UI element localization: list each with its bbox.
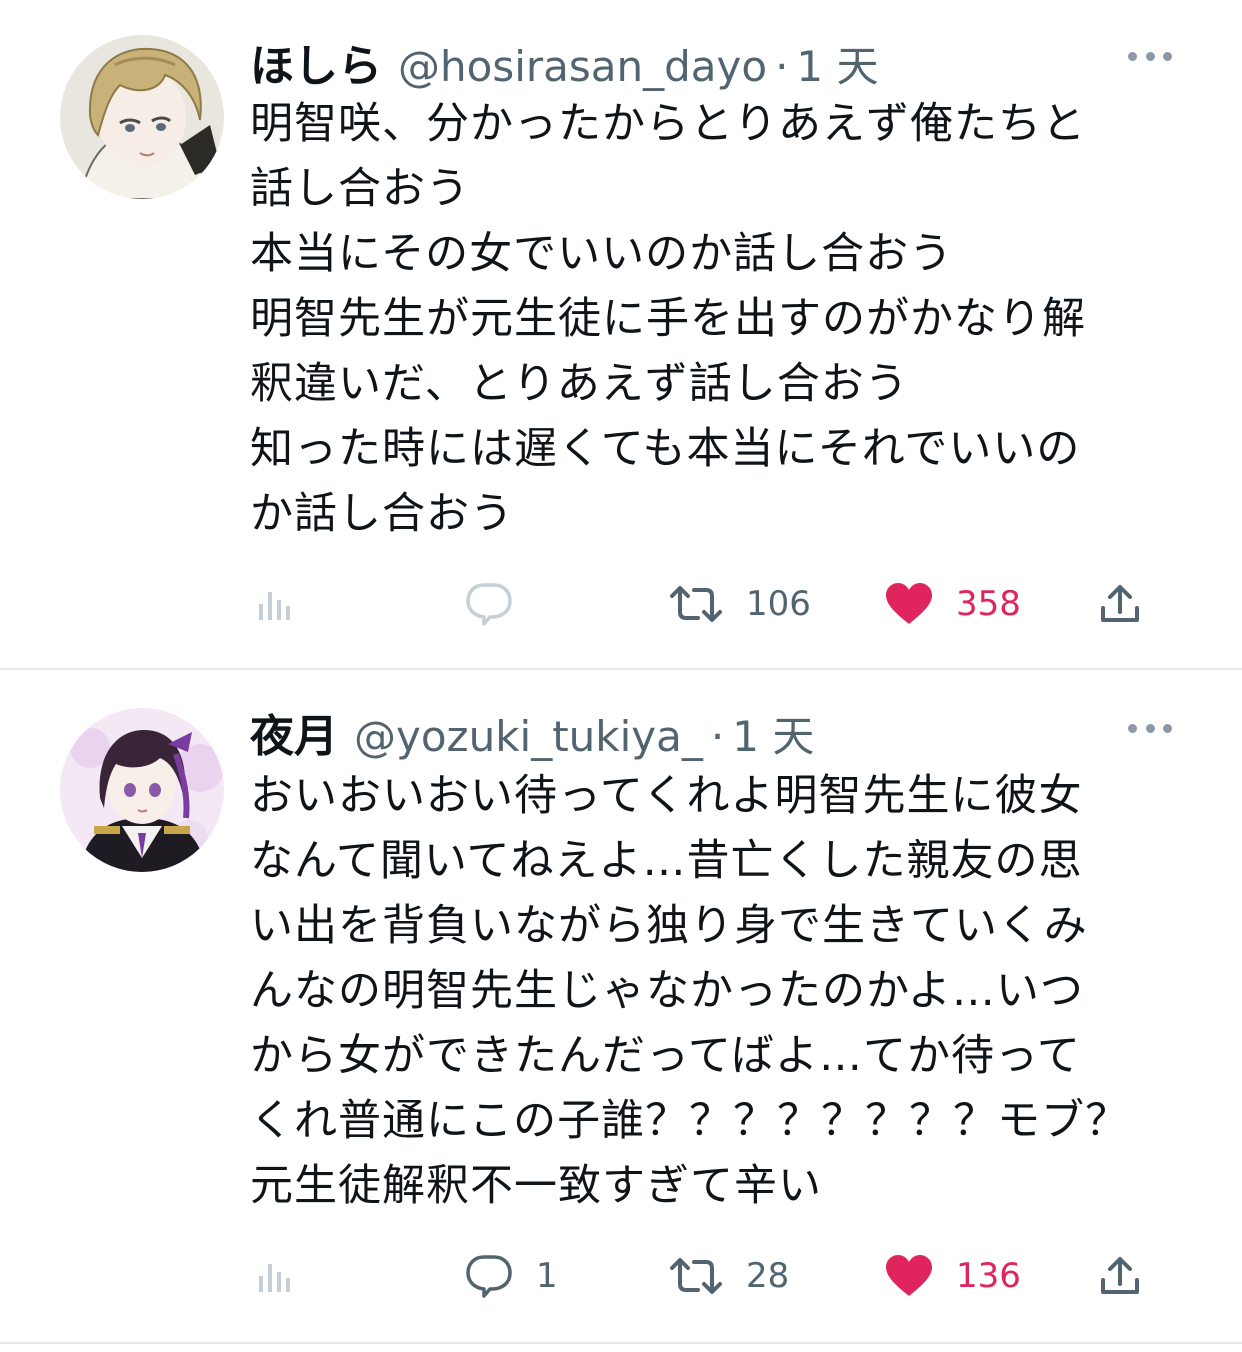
more-options-icon[interactable] xyxy=(1128,718,1172,738)
analytics-icon xyxy=(259,1264,290,1292)
share-icon xyxy=(1101,585,1139,622)
tweet-text: 明智咲、分かったからとりあえず俺たちと 話し合おう 本当にその女でいいのか話し合… xyxy=(250,99,1086,539)
timestamp[interactable]: 1 天 xyxy=(796,33,878,94)
user-handle[interactable]: @hosirasan_dayo xyxy=(398,42,767,91)
share-icon xyxy=(1101,1257,1139,1294)
retweet-button[interactable]: 106 xyxy=(668,574,811,634)
tweet-actions: 1 28 136 xyxy=(0,1246,1242,1306)
share-button[interactable] xyxy=(1098,1246,1142,1306)
separator: · xyxy=(710,712,725,761)
reply-count: 1 xyxy=(536,1256,558,1296)
avatar-purple-hair-character-icon xyxy=(60,708,224,872)
analytics-icon xyxy=(259,592,290,620)
like-count: 358 xyxy=(956,584,1021,624)
retweet-icon xyxy=(670,586,722,622)
analytics-button[interactable] xyxy=(255,574,295,634)
tweet-text: おいおいおい待ってくれよ明智先生に彼女 なんて聞いてねえよ…昔亡くした親友の思 … xyxy=(250,771,1130,1211)
retweet-icon xyxy=(670,1258,722,1294)
tweet[interactable]: 夜月 @yozuki_tukiya_ · 1 天 おいおいおい待ってくれよ明智先… xyxy=(0,670,1242,1342)
like-button[interactable]: 136 xyxy=(884,1246,1021,1306)
retweet-count: 28 xyxy=(746,1256,790,1296)
share-button[interactable] xyxy=(1098,574,1142,634)
tweet-actions: 106 358 xyxy=(0,574,1242,634)
heart-icon xyxy=(886,1255,932,1296)
tweet[interactable]: ほしら @hosirasan_dayo · 1 天 明智咲、分かったからとりあえ… xyxy=(0,0,1242,668)
like-button[interactable]: 358 xyxy=(884,574,1021,634)
avatar-blond-character-icon xyxy=(60,35,224,199)
avatar[interactable] xyxy=(60,708,224,872)
avatar[interactable] xyxy=(60,35,224,199)
reply-button[interactable]: 1 xyxy=(464,1246,558,1306)
tweet-header: 夜月 @yozuki_tukiya_ · 1 天 xyxy=(250,700,814,762)
tweet-divider xyxy=(0,1342,1242,1344)
like-count: 136 xyxy=(956,1256,1021,1296)
reply-icon xyxy=(466,583,512,626)
analytics-button[interactable] xyxy=(255,1246,295,1306)
more-options-icon[interactable] xyxy=(1128,46,1172,66)
retweet-button[interactable]: 28 xyxy=(668,1246,789,1306)
heart-icon xyxy=(886,583,932,624)
reply-button[interactable] xyxy=(464,574,536,634)
tweet-header: ほしら @hosirasan_dayo · 1 天 xyxy=(250,30,879,92)
display-name[interactable]: ほしら xyxy=(250,30,382,94)
user-handle[interactable]: @yozuki_tukiya_ xyxy=(354,712,703,761)
retweet-count: 106 xyxy=(746,584,811,624)
display-name[interactable]: 夜月 xyxy=(250,700,338,764)
timestamp[interactable]: 1 天 xyxy=(732,703,814,764)
reply-icon xyxy=(466,1255,512,1298)
separator: · xyxy=(775,42,789,91)
